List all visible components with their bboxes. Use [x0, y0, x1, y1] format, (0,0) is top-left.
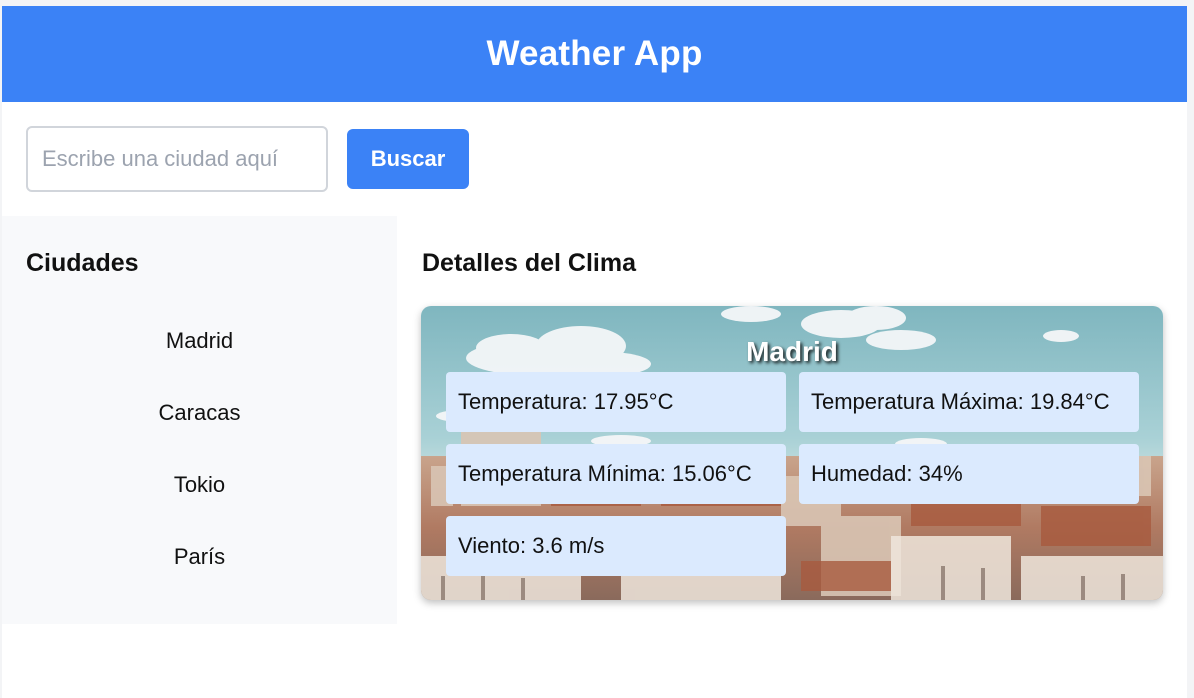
city-list: Madrid Caracas Tokio París — [2, 322, 397, 593]
max-temperature-stat: Temperatura Máxima: 19.84°C — [799, 372, 1139, 432]
app-header: Weather App — [2, 6, 1187, 102]
weather-card: Madrid Temperatura: 17.95°C Temperatura … — [421, 306, 1163, 600]
min-temperature-stat: Temperatura Mínima: 15.06°C — [446, 444, 786, 504]
card-city-name: Madrid — [746, 336, 838, 367]
app-window: Weather App Buscar Ciudades Madrid Carac… — [2, 6, 1187, 698]
sidebar-title: Ciudades — [26, 249, 139, 277]
cities-sidebar: Ciudades Madrid Caracas Tokio París — [2, 216, 397, 624]
temperature-stat: Temperatura: 17.95°C — [446, 372, 786, 432]
wind-stat: Viento: 3.6 m/s — [446, 516, 786, 576]
city-item-caracas[interactable]: Caracas — [2, 377, 397, 449]
search-button[interactable]: Buscar — [347, 129, 469, 189]
search-bar: Buscar — [26, 126, 469, 192]
app-title: Weather App — [486, 34, 703, 73]
city-item-paris[interactable]: París — [2, 521, 397, 593]
city-item-madrid[interactable]: Madrid — [2, 305, 397, 377]
city-item-tokio[interactable]: Tokio — [2, 449, 397, 521]
weather-details-title: Detalles del Clima — [422, 249, 636, 277]
humidity-stat: Humedad: 34% — [799, 444, 1139, 504]
city-search-input[interactable] — [26, 126, 328, 192]
